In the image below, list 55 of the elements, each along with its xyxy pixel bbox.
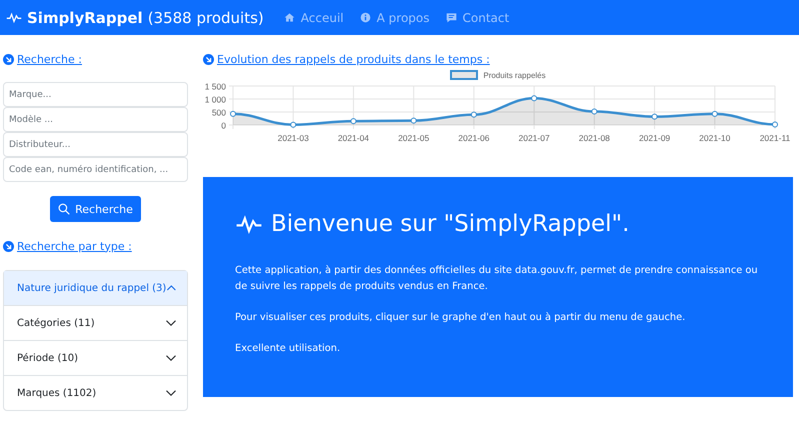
axis-tick-label: 0 — [221, 120, 226, 130]
nav-link[interactable]: A propos — [360, 10, 430, 24]
data-point[interactable] — [350, 118, 356, 124]
input-field[interactable]: Marque... — [3, 82, 188, 107]
data-point[interactable] — [410, 118, 417, 124]
axis-tick-label: 2021-06 — [458, 133, 490, 143]
data-point[interactable] — [772, 121, 778, 128]
search-button[interactable]: Recherche — [50, 196, 141, 222]
axis-tick-label: 2021-03 — [278, 133, 309, 143]
section-link[interactable]: Evolution des rappels de produits dans le temps : — [217, 52, 490, 66]
arrow-circle-icon — [3, 240, 14, 252]
input-field[interactable]: Modèle ... — [3, 107, 188, 132]
info-icon — [360, 12, 371, 23]
data-point[interactable] — [230, 110, 236, 117]
axis-tick-label: 2021-05 — [398, 133, 430, 143]
legend-label: Produits rappelés — [483, 70, 546, 80]
nav-link[interactable]: Contact — [446, 10, 510, 24]
accordion-item[interactable]: Catégories (11) — [4, 305, 187, 340]
nav-link[interactable]: Acceuil — [284, 10, 344, 24]
arrow-circle-icon — [203, 54, 214, 64]
section-link[interactable]: Recherche : — [17, 52, 82, 66]
home-icon — [284, 12, 295, 23]
arrow-circle-icon — [3, 54, 14, 64]
data-point[interactable] — [470, 112, 477, 118]
input-field[interactable]: Distributeur... — [3, 132, 188, 157]
pulse-icon — [6, 11, 22, 24]
axis-tick-label: 2021-11 — [760, 133, 790, 143]
paragraph: Pour visualiser ces produits, cliquer sur le graphe d'en haut ou à partir du menu de gauche. — [235, 311, 686, 325]
accordion-item[interactable]: Marques (1102) — [4, 375, 187, 410]
axis-tick-label: 2021-07 — [518, 133, 550, 143]
section-link[interactable]: Recherche par type : — [17, 240, 132, 252]
chat-icon — [446, 12, 457, 23]
axis-tick-label: 2021-10 — [699, 133, 730, 143]
brand-name[interactable]: SimplyRappel — [27, 8, 143, 26]
data-point[interactable] — [290, 122, 296, 128]
axis-tick-label: 500 — [212, 108, 226, 118]
accordion-item[interactable]: Période (10) — [4, 340, 187, 375]
paragraph: Cette application, à partir des données officielles du site data.gouv.fr, permet de prendre connaissance ou de suivre les rappels de produits vendus en France. — [235, 264, 759, 294]
search-icon — [58, 203, 70, 215]
data-point[interactable] — [712, 110, 718, 117]
pulse-icon — [235, 213, 263, 235]
axis-tick-label: 2021-09 — [638, 133, 670, 143]
paragraph: Excellente utilisation. — [235, 342, 342, 356]
product-count: (3588 produits) — [148, 8, 264, 26]
axis-tick-label: 1 000 — [204, 94, 226, 104]
axis-tick-label: 1 500 — [204, 82, 226, 92]
data-point[interactable] — [531, 95, 538, 102]
input-field[interactable]: Code ean, numéro identification, ... — [3, 157, 188, 182]
welcome-title: Bienvenue sur "SimplyRappel". — [235, 211, 761, 237]
chart-legend: Produits rappelés — [450, 70, 546, 80]
axis-tick-label: 2021-04 — [338, 133, 370, 143]
axis-tick-label: 2021-08 — [578, 133, 610, 143]
data-point[interactable] — [591, 108, 598, 114]
data-point[interactable] — [652, 114, 658, 120]
accordion-item[interactable]: Nature juridique du rappel (3) — [4, 271, 187, 305]
